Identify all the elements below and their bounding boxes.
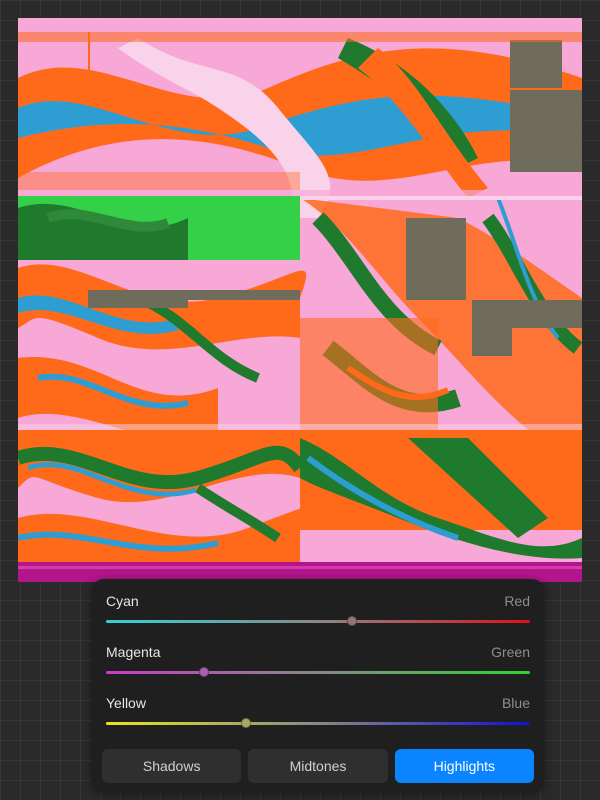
cyan-red-slider-row: Cyan Red (106, 593, 530, 633)
yellow-label: Yellow (106, 695, 146, 711)
cyan-label: Cyan (106, 593, 139, 609)
red-label: Red (504, 593, 530, 609)
magenta-green-slider-track[interactable] (106, 671, 530, 674)
color-balance-panel: Cyan Red Magenta Green Yellow Blue Shado… (92, 579, 544, 792)
tab-midtones[interactable]: Midtones (248, 749, 388, 783)
yellow-blue-slider-knob[interactable] (240, 718, 251, 728)
blue-label: Blue (501, 695, 530, 711)
green-label: Green (491, 644, 530, 660)
magenta-label: Magenta (106, 644, 161, 660)
artwork-canvas[interactable] (18, 18, 582, 582)
tab-shadows[interactable]: Shadows (102, 749, 242, 783)
tone-range-tabs: Shadows Midtones Highlights (102, 749, 534, 783)
yellow-blue-slider-row: Yellow Blue (106, 695, 530, 735)
artwork-image (18, 18, 582, 582)
yellow-blue-slider-track[interactable] (106, 722, 530, 725)
cyan-red-slider-track[interactable] (106, 620, 530, 623)
magenta-green-slider-knob[interactable] (198, 667, 209, 677)
tab-highlights[interactable]: Highlights (394, 749, 534, 783)
magenta-green-slider-row: Magenta Green (106, 644, 530, 684)
cyan-red-slider-knob[interactable] (346, 616, 357, 626)
